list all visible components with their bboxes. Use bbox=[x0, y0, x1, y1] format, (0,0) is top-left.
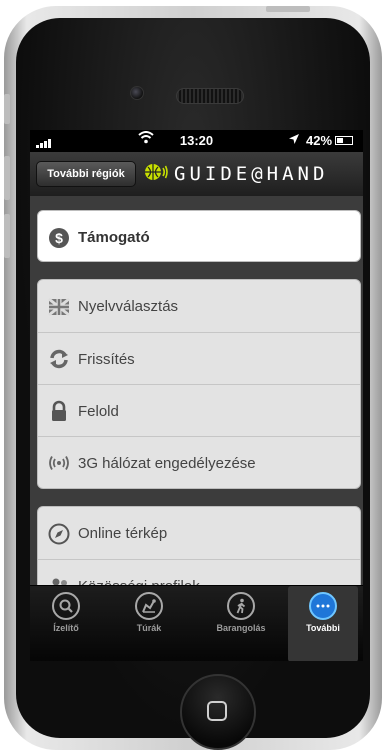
compass-icon bbox=[48, 523, 70, 545]
battery-icon bbox=[335, 136, 353, 145]
list-item-online-map[interactable]: Online térkép bbox=[38, 507, 360, 560]
list-item-label: Online térkép bbox=[78, 525, 168, 542]
flag-icon bbox=[48, 296, 70, 318]
list-item-label: 3G hálózat engedélyezése bbox=[78, 454, 256, 472]
status-bar: 13:20 42% bbox=[30, 130, 363, 152]
app-logo: GUIDE@HAND bbox=[144, 161, 358, 187]
mute-switch bbox=[4, 94, 10, 124]
search-icon bbox=[52, 592, 80, 620]
battery-percent: 42% bbox=[306, 133, 333, 148]
tab-izelito[interactable]: Ízelítő bbox=[33, 586, 99, 661]
list-item-refresh[interactable]: Frissítés bbox=[38, 332, 360, 385]
list-item-unlock[interactable]: Felold bbox=[38, 384, 360, 437]
tab-label: Ízelítő bbox=[53, 623, 79, 633]
home-button[interactable] bbox=[180, 674, 256, 750]
settings-list: $ Támogató Nyelvválasztás Frissítés Felo… bbox=[30, 196, 363, 636]
more-icon bbox=[309, 592, 337, 620]
volume-up-button bbox=[4, 156, 10, 200]
list-item-label: Frissítés bbox=[78, 350, 135, 368]
list-item-3g[interactable]: 3G hálózat engedélyezése bbox=[38, 436, 360, 488]
svg-text:$: $ bbox=[55, 230, 63, 246]
front-camera bbox=[130, 86, 144, 100]
refresh-icon bbox=[48, 348, 70, 370]
settings-group: Nyelvválasztás Frissítés Felold 3G hálóz… bbox=[37, 279, 361, 489]
more-regions-button[interactable]: További régiók bbox=[36, 161, 136, 187]
sponsor-card[interactable]: $ Támogató bbox=[37, 210, 361, 262]
list-item-language[interactable]: Nyelvválasztás bbox=[38, 280, 360, 333]
tab-barangolas[interactable]: Barangolás bbox=[208, 586, 274, 661]
logo-text: GUIDE@HAND bbox=[174, 163, 329, 185]
tab-tovabbi[interactable]: További bbox=[288, 586, 358, 661]
tab-label: Barangolás bbox=[216, 623, 266, 633]
tab-turak[interactable]: Túrák bbox=[116, 586, 182, 661]
lock-icon bbox=[48, 400, 70, 422]
volume-down-button bbox=[4, 214, 10, 258]
list-item-sponsor[interactable]: $ Támogató bbox=[38, 211, 360, 261]
dollar-circle-icon: $ bbox=[48, 227, 70, 249]
list-item-label: Nyelvválasztás bbox=[78, 298, 179, 315]
tab-label: További bbox=[306, 623, 340, 633]
tab-label: Túrák bbox=[136, 623, 162, 633]
tab-bar: Ízelítő Túrák Barangolás További bbox=[30, 585, 363, 661]
app-screen: 13:20 42% További régiók GUIDE@HAND $ Tá… bbox=[30, 130, 363, 661]
earpiece-speaker bbox=[176, 88, 244, 104]
list-item-label: Támogató bbox=[78, 229, 150, 246]
power-button bbox=[266, 6, 310, 12]
navigation-bar: További régiók GUIDE@HAND bbox=[30, 152, 363, 197]
list-item-label: Felold bbox=[78, 402, 119, 420]
location-arrow-icon bbox=[288, 133, 300, 148]
walker-icon bbox=[227, 592, 255, 620]
route-icon bbox=[135, 592, 163, 620]
signal-icon bbox=[48, 452, 70, 474]
home-square-icon bbox=[207, 701, 227, 721]
globe-wifi-icon bbox=[144, 160, 168, 189]
